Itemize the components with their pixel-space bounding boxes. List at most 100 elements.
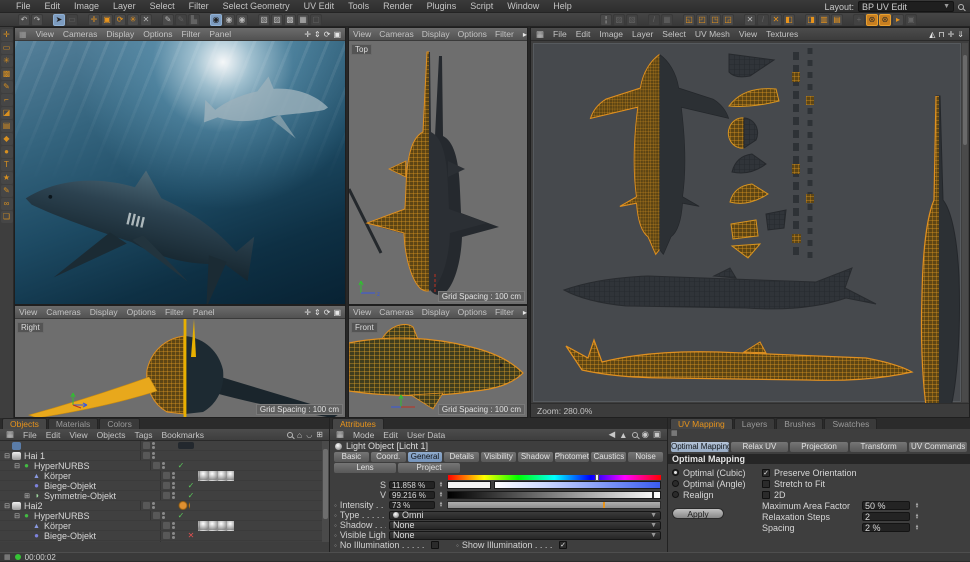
visibility-toggles[interactable] [150,461,176,470]
bp-brush-icon[interactable]: ✎ [0,81,13,93]
texture-paint-icon[interactable]: ◉ [210,14,222,26]
attribute-tab[interactable]: Project [398,463,460,473]
pin-icon[interactable]: ▲ [619,430,627,440]
viewport-menu-item[interactable]: View [353,29,371,39]
attribute-tab[interactable]: Basic [334,452,369,462]
bp-star-icon[interactable]: ★ [0,172,13,184]
uv-menu-item[interactable]: View [739,29,757,39]
field-value[interactable]: 50 % [862,501,910,511]
uv-optimal-mapping-icon[interactable]: ⊛ [879,14,891,26]
objects-menu-item[interactable]: View [69,430,87,440]
uv-polys-mode-icon[interactable]: ◳ [709,14,721,26]
tab-objects[interactable]: Objects [2,418,47,429]
uv-grid-rows-icon[interactable]: ▤ [831,14,843,26]
visibility-toggles[interactable] [140,501,166,510]
right-view-canvas[interactable] [15,319,345,417]
mapping-radio-row[interactable]: Realign [672,489,758,500]
hue-marker[interactable] [594,474,599,481]
viewport-menu-item[interactable]: Cameras [379,29,413,39]
grid-handle-icon[interactable]: ▦ [6,429,14,440]
uv-snap-disabled-icon[interactable]: ▧ [626,14,638,26]
expand-icon[interactable]: ▣ [653,429,661,440]
menu-item[interactable]: Image [74,1,99,11]
rotate-tool-icon[interactable]: ⟳ [114,14,126,26]
menu-item[interactable]: Window [507,1,539,11]
uv-mapping-subtab[interactable]: Transform [849,442,908,452]
stepper-icon[interactable] [438,492,444,498]
home-icon[interactable]: ⌂ [297,430,302,440]
cube-disabled-icon[interactable]: ▢ [310,14,322,26]
top-view-canvas[interactable]: z [349,41,527,304]
attribute-tab[interactable]: Shadow [517,452,553,462]
enabled-check-icon[interactable] [176,461,186,470]
show-illumination-checkbox[interactable]: ✓ [559,541,567,549]
uv-edges-mode-icon[interactable]: ◰ [696,14,708,26]
uv-menu-item[interactable]: Layer [632,29,653,39]
object-row[interactable]: Körper [0,520,322,531]
uv-sphere-mapping-icon[interactable]: ⊛ [866,14,878,26]
object-row[interactable]: Symmetrie-Objekt [0,491,322,501]
rectangle-selection-icon[interactable]: ▭ [66,14,78,26]
menu-item[interactable]: Edit [45,1,61,11]
mapping-check-row[interactable]: 2D [762,489,966,500]
stepper-icon[interactable] [914,503,920,509]
viewport-perspective[interactable]: ▦ View Cameras Display Options Filter Panel ✛… [14,27,346,305]
coord-system-icon[interactable]: ✕ [140,14,152,26]
uv-relax-disabled-icon[interactable]: + [853,14,865,26]
menu-item[interactable]: Filter [189,1,209,11]
texture-wizard-icon[interactable]: ◉ [223,14,235,26]
viewport-menu-item[interactable]: Display [422,307,450,317]
viewport-menu-item[interactable]: Options [458,29,487,39]
menu-overflow-icon[interactable]: ▸ [523,308,527,317]
object-tree-scrollbar[interactable] [322,441,329,542]
menu-item[interactable]: UV Edit [304,1,335,11]
value-value[interactable]: 99.216 % [389,491,435,500]
viewport-menu-item[interactable]: Display [90,307,118,317]
viewport-right[interactable]: View Cameras Display Options Filter Panel ✛ ⇕… [14,305,346,418]
attribute-tab[interactable]: Visibility [481,452,516,462]
no-illumination-checkbox[interactable] [431,541,439,549]
bp-pattern-icon[interactable]: ▩ [0,68,13,80]
tag-icons[interactable] [178,442,194,449]
viewport-menu-item[interactable]: Options [458,307,487,317]
redo-icon[interactable]: ↷ [31,14,43,26]
attribute-tab[interactable]: Caustics [591,452,627,462]
front-view-canvas[interactable] [349,319,527,417]
attribute-tab[interactable]: Lens [334,463,396,473]
zoom-icon[interactable]: ⇕ [314,308,321,317]
tag-icons[interactable] [178,500,190,511]
stepper-icon[interactable] [914,514,920,520]
checkbox-icon[interactable] [762,479,770,488]
search-icon[interactable] [958,3,964,10]
field-value[interactable]: 2 [862,512,910,522]
bp-text-icon[interactable]: T [0,159,13,171]
uv-pin-icon[interactable]: ¦ [600,14,612,26]
object-row[interactable]: HyperNURBS [0,461,322,471]
expander-icon[interactable] [3,502,11,510]
uv-grid-dense-icon[interactable]: ▥ [818,14,830,26]
axis-lock-icon[interactable]: ✳ [127,14,139,26]
visibility-toggles[interactable] [160,481,186,490]
object-row[interactable]: Hai 1 [0,451,322,461]
object-row[interactable]: Körper [0,470,322,481]
bp-fill-icon[interactable]: ◆ [0,133,13,145]
bp-dot-icon[interactable]: ● [0,146,13,158]
viewport-top[interactable]: ViewCamerasDisplayOptionsFilter ▸ ✛ ⇕ ⟳ … [348,27,528,305]
apply-button[interactable]: Apply [672,508,724,519]
lock-icon[interactable]: ⊓ [938,30,944,39]
shadow-dropdown[interactable]: None ▼ [389,520,661,530]
search-icon[interactable] [287,431,294,438]
enabled-check-icon[interactable] [186,491,196,500]
uv-copy-disabled-icon[interactable]: ▣ [905,14,917,26]
viewport-menu-item[interactable]: Cameras [63,29,97,39]
uv-mapping-subtab[interactable]: Optimal Mapping [671,442,729,452]
tag-icons[interactable] [198,470,234,481]
uv-menu-item[interactable]: Image [599,29,623,39]
mapping-check-row[interactable]: ✓ Preserve Orientation [762,467,966,478]
viewport-menu-item[interactable]: Display [422,29,450,39]
radio-icon[interactable] [672,491,679,498]
menu-overflow-icon[interactable]: ▸ [523,30,527,39]
menu-item[interactable]: Help [553,1,572,11]
uv-flag-icon[interactable]: ▸ [892,14,904,26]
objects-menu-item[interactable]: Tags [135,430,153,440]
